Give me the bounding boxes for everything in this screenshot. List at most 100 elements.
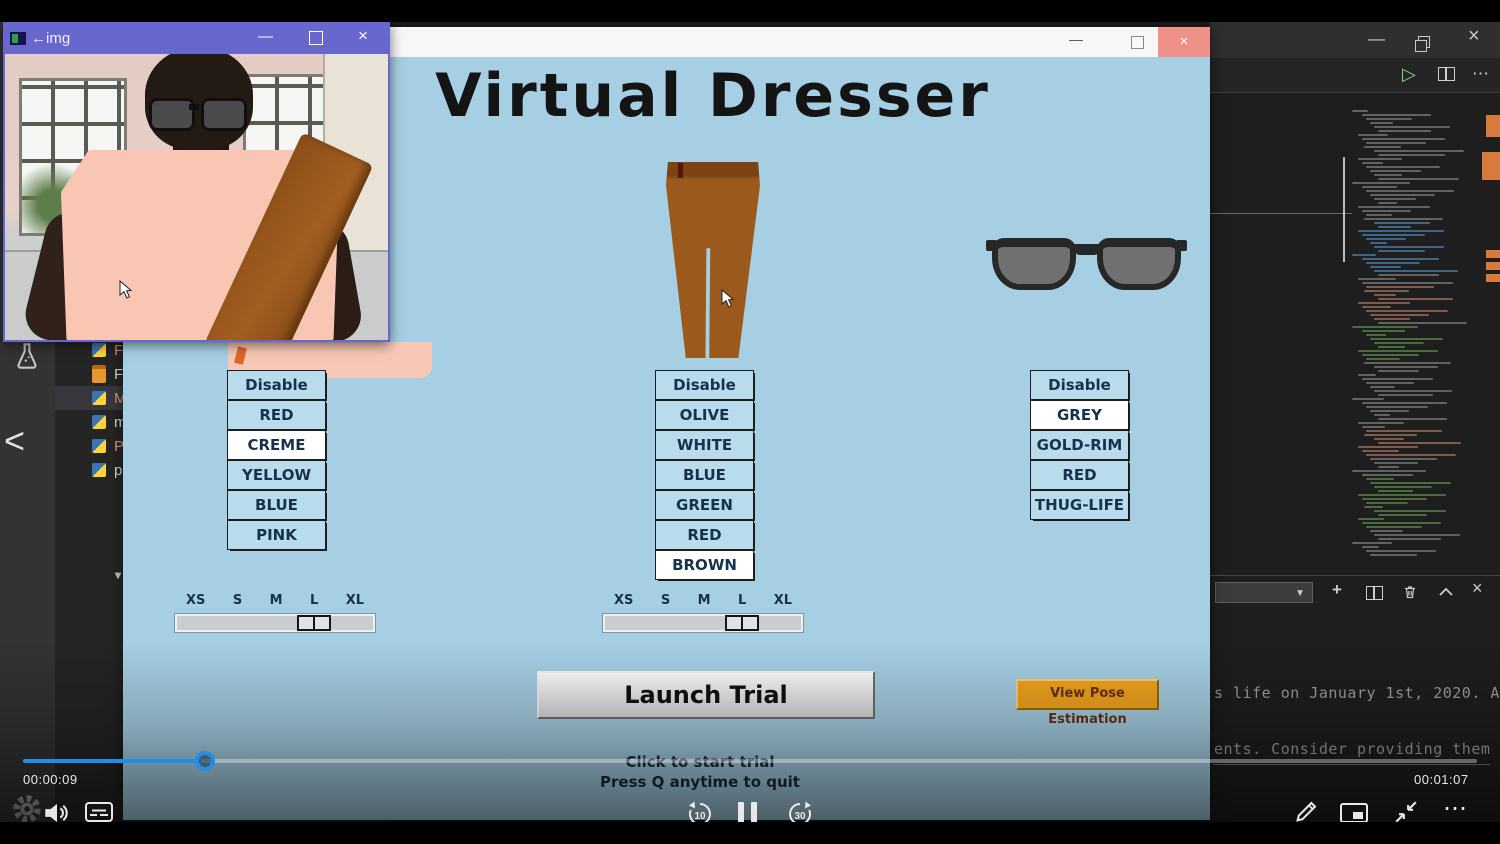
minimap-line	[1358, 422, 1404, 424]
pants-size-labels: XSSMLXL	[602, 593, 804, 608]
shirt-size-handle[interactable]	[297, 615, 331, 631]
cam-close-icon[interactable]: ×	[358, 26, 368, 46]
minimap-line	[1364, 506, 1383, 508]
minimap-line	[1374, 318, 1410, 320]
editor-more-icon[interactable]: ⋯	[1472, 64, 1489, 84]
option-brown[interactable]: BROWN	[655, 550, 754, 580]
chevron-left-icon[interactable]: <	[4, 420, 25, 462]
minimap-line	[1358, 230, 1444, 232]
scrollbar-marker	[1486, 262, 1500, 270]
view-pose-estimation-button[interactable]: View Pose Estimation	[1016, 679, 1159, 710]
python-file-icon	[92, 391, 106, 405]
minimap-line	[1370, 194, 1435, 196]
video-progress-bar[interactable]	[23, 759, 1477, 763]
editor-highlight-line	[1210, 213, 1352, 214]
option-creme[interactable]: CREME	[227, 430, 326, 460]
pants-options: DisableOLIVEWHITEBLUEGREENREDBROWN	[655, 370, 754, 580]
glasses-lens	[1097, 238, 1181, 290]
belt-loop	[678, 163, 683, 178]
split-editor-icon[interactable]	[1438, 67, 1455, 86]
minimap-line	[1370, 122, 1393, 124]
split-terminal-icon[interactable]	[1366, 586, 1383, 605]
minimap-line	[1378, 538, 1441, 540]
option-thug-life[interactable]: THUG-LIFE	[1030, 490, 1129, 520]
minimap-line	[1374, 198, 1416, 200]
pants-size-slider[interactable]	[602, 613, 804, 633]
minimap-line	[1366, 310, 1448, 312]
minimap-line	[1362, 306, 1391, 308]
option-olive[interactable]: OLIVE	[655, 400, 754, 430]
run-icon[interactable]: ▷	[1402, 64, 1416, 85]
glasses-lens	[992, 238, 1076, 290]
option-disable[interactable]: Disable	[1030, 370, 1129, 400]
minimap-line	[1362, 474, 1413, 476]
vd-close-icon[interactable]: ×	[1158, 27, 1210, 57]
minimap-line	[1358, 350, 1438, 352]
minimap-line	[1374, 534, 1460, 536]
mouse-cursor	[119, 280, 133, 300]
minimap-line	[1374, 294, 1396, 296]
asset-file-icon	[92, 365, 106, 383]
minimap-line	[1352, 398, 1384, 400]
kill-terminal-icon[interactable]	[1402, 584, 1418, 605]
test-flask-icon[interactable]	[13, 342, 41, 375]
minimap-line	[1358, 494, 1446, 496]
size-label-xs: XS	[186, 593, 205, 608]
webcam-titlebar[interactable]: ←img — ×	[3, 22, 390, 54]
vd-minimize-icon[interactable]: —	[1069, 31, 1083, 47]
option-disable[interactable]: Disable	[227, 370, 326, 400]
cam-minimize-icon[interactable]: —	[258, 28, 273, 45]
vscode-restore-icon[interactable]	[1418, 33, 1430, 53]
minimap-line	[1374, 270, 1458, 272]
python-file-icon	[92, 463, 106, 477]
option-pink[interactable]: PINK	[227, 520, 326, 550]
python-file-icon	[92, 343, 106, 357]
option-blue[interactable]: BLUE	[227, 490, 326, 520]
new-terminal-icon[interactable]: +	[1332, 580, 1342, 600]
minimap[interactable]	[1352, 110, 1470, 570]
minimap-line	[1362, 450, 1399, 452]
more-options-icon[interactable]: ⋯	[1443, 794, 1467, 823]
option-blue[interactable]: BLUE	[655, 460, 754, 490]
option-red[interactable]: RED	[227, 400, 326, 430]
minimap-line	[1370, 170, 1421, 172]
option-yellow[interactable]: YELLOW	[227, 460, 326, 490]
minimap-line	[1364, 146, 1401, 148]
minimap-line	[1378, 490, 1413, 492]
size-label-xl: XL	[774, 593, 792, 608]
launch-trial-button[interactable]: Launch Trial	[537, 671, 875, 719]
minimap-line	[1378, 250, 1425, 252]
glasses-preview-image	[988, 228, 1185, 294]
scrollbar-marker	[1486, 250, 1500, 258]
maximize-panel-icon[interactable]	[1438, 585, 1454, 604]
minimap-line	[1358, 206, 1430, 208]
progress-handle[interactable]	[195, 751, 215, 771]
option-disable[interactable]: Disable	[655, 370, 754, 400]
option-white[interactable]: WHITE	[655, 430, 754, 460]
panel-divider	[1210, 575, 1500, 576]
option-red[interactable]: RED	[1030, 460, 1129, 490]
scrollbar-marker	[1482, 152, 1500, 180]
terminal-selector-dropdown[interactable]: ▼	[1215, 582, 1313, 603]
minimap-line	[1366, 262, 1420, 264]
minimap-line	[1374, 246, 1444, 248]
editor-caret-line	[1343, 157, 1345, 262]
app-title: Virtual Dresser	[413, 61, 1013, 131]
minimap-line	[1378, 514, 1427, 516]
opencv-window-icon	[10, 32, 26, 45]
vscode-close-icon[interactable]: ×	[1468, 25, 1480, 48]
minimap-line	[1378, 178, 1459, 180]
option-grey[interactable]: GREY	[1030, 400, 1129, 430]
vd-maximize-icon[interactable]	[1131, 36, 1144, 49]
option-gold-rim[interactable]: GOLD-RIM	[1030, 430, 1129, 460]
option-red[interactable]: RED	[655, 520, 754, 550]
minimap-line	[1378, 274, 1439, 276]
vscode-minimize-icon[interactable]: —	[1368, 29, 1385, 49]
minimap-line	[1358, 518, 1384, 520]
shirt-size-slider[interactable]	[174, 613, 376, 633]
close-panel-icon[interactable]: ×	[1472, 578, 1483, 599]
option-green[interactable]: GREEN	[655, 490, 754, 520]
cam-maximize-icon[interactable]	[309, 31, 323, 45]
pants-size-handle[interactable]	[725, 615, 759, 631]
minimap-line	[1378, 298, 1453, 300]
